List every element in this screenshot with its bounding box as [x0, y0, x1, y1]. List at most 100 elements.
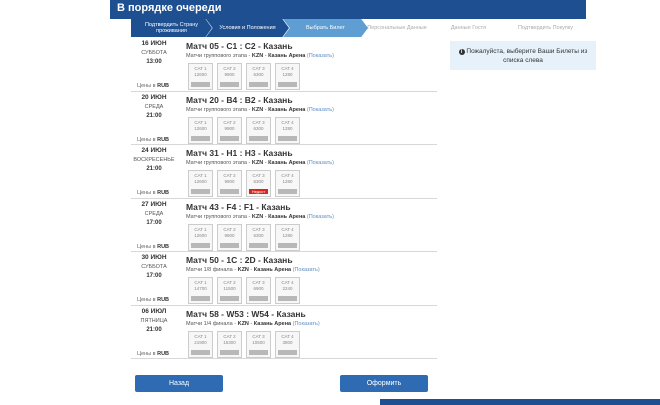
category-ticket-option[interactable]: CAT 4 3800	[275, 330, 300, 358]
category-price: 11500	[223, 286, 236, 291]
match-time: 13:00	[146, 59, 162, 65]
category-label: CAT 1	[194, 173, 207, 178]
category-price: 6300	[253, 232, 264, 238]
back-button[interactable]: Назад	[135, 375, 223, 392]
info-text: Пожалуйста, выберите Ваши Билеты из спис…	[466, 48, 588, 64]
category-ticket-option[interactable]: CAT 1 21900	[188, 330, 213, 358]
quantity-bar	[278, 349, 297, 355]
category-ticket-option[interactable]: CAT 1 12600	[188, 116, 213, 144]
category-ticket-option[interactable]: CAT 3 6300 Недост	[246, 170, 271, 197]
category-price: 6300	[253, 72, 264, 77]
bottom-bar	[380, 399, 660, 405]
category-ticket-option[interactable]: CAT 4 1280	[275, 170, 300, 197]
step-personal-data: Персональные Данные	[367, 25, 427, 31]
match-venue: Казань Арена	[268, 106, 306, 113]
match-row: 20 ИЮН СРЕДА 21:00 Цены в RUB Матч 20 - …	[131, 92, 437, 145]
match-title: Матч 31 - H1 : H3 - Казань	[186, 148, 293, 158]
show-venue-link[interactable]: (Показать)	[307, 53, 334, 59]
category-ticket-option[interactable]: CAT 2 9900	[217, 63, 242, 90]
category-ticket-option[interactable]: CAT 4 2240	[275, 277, 300, 304]
match-row: 30 ИЮН СУББОТА 17:00 Цены в RUB Матч 50 …	[131, 252, 437, 306]
quantity-bar	[191, 82, 210, 87]
top-header-bar: В порядке очереди	[110, 0, 586, 19]
match-subtitle: Матчи группового этапа - KZN - Казань Ар…	[186, 160, 334, 166]
step-terms: Условия и Положения	[206, 19, 289, 37]
match-time: 21:00	[146, 166, 162, 172]
quantity-bar	[220, 242, 239, 248]
match-subtitle: Матчи группового этапа - KZN - Казань Ар…	[186, 53, 334, 59]
quantity-bar	[220, 296, 239, 301]
category-ticket-option[interactable]: CAT 1 14700	[188, 277, 213, 304]
match-time: 21:00	[146, 326, 162, 333]
match-city-code: KZN	[237, 320, 249, 327]
match-time: 17:00	[146, 273, 162, 279]
category-label: CAT 4	[281, 119, 294, 125]
show-venue-link[interactable]: (Показать)	[307, 214, 334, 220]
match-subtitle: Матчи группового этапа - KZN - Казань Ар…	[186, 106, 334, 113]
category-ticket-option[interactable]: CAT 3 6900	[246, 277, 271, 304]
category-ticket-option[interactable]: CAT 4 1280	[275, 116, 300, 144]
category-ticket-option[interactable]: CAT 1 12600	[188, 223, 213, 251]
category-ticket-option[interactable]: CAT 2 9900	[217, 170, 242, 197]
category-ticket-option[interactable]: CAT 4 1280	[275, 223, 300, 251]
step-confirm-purchase: Подтвердить Покупку	[517, 25, 574, 31]
category-ticket-option[interactable]: CAT 4 1280	[275, 63, 300, 90]
quantity-bar	[191, 296, 210, 301]
match-datetime: 27 ИЮН СРЕДА 17:00	[131, 201, 177, 226]
quantity-bar	[278, 296, 297, 301]
category-ticket-option[interactable]: CAT 1 12600	[188, 63, 213, 90]
currency-note: Цены в RUB	[137, 137, 169, 143]
category-price: 15300	[223, 339, 236, 345]
category-ticket-option[interactable]: CAT 1 12600	[188, 170, 213, 197]
match-datetime: 24 ИЮН ВОСКРЕСЕНЬЕ 21:00	[131, 147, 177, 172]
match-subtitle: Матчи 1/8 финала - KZN - Казань Арена (П…	[186, 267, 320, 273]
match-venue: Казань Арена	[268, 53, 306, 59]
category-price: 1280	[282, 179, 293, 184]
match-weekday: ПЯТНИЦА	[140, 317, 168, 324]
currency-code: RUB	[157, 243, 170, 250]
currency-note: Цены в RUB	[137, 297, 169, 303]
category-ticket-option[interactable]: CAT 3 6300	[246, 116, 271, 144]
quantity-bar	[191, 242, 210, 248]
show-venue-link[interactable]: (Показать)	[293, 267, 320, 273]
category-ticket-option[interactable]: CAT 3 6300	[246, 63, 271, 90]
match-row: 27 ИЮН СРЕДА 17:00 Цены в RUB Матч 43 - …	[131, 199, 437, 252]
match-weekday: СУББОТА	[141, 264, 167, 270]
category-ticket-option[interactable]: CAT 2 9900	[217, 223, 242, 251]
quantity-bar	[220, 349, 239, 355]
currency-note: Цены в RUB	[137, 244, 169, 250]
category-price: 6900	[253, 286, 264, 291]
category-label: CAT 3	[252, 173, 265, 178]
quantity-bar	[278, 82, 297, 87]
category-price: 12600	[194, 125, 207, 131]
category-label: CAT 1	[194, 280, 207, 285]
category-price: 12600	[194, 179, 207, 184]
match-date: 16 ИЮН	[141, 40, 167, 47]
category-ticket-option[interactable]: CAT 3 10500	[246, 330, 271, 358]
category-label: CAT 2	[223, 173, 236, 178]
category-price: 12600	[194, 72, 207, 77]
category-ticket-option[interactable]: CAT 2 11500	[217, 277, 242, 304]
progress-steps: Подтвердить Страну проживания Условия и …	[131, 19, 584, 37]
show-venue-link[interactable]: (Показать)	[307, 107, 334, 113]
quantity-bar	[249, 349, 268, 355]
match-date: 30 ИЮН	[141, 254, 167, 261]
category-label: CAT 4	[281, 66, 294, 71]
category-label: CAT 4	[281, 280, 294, 285]
category-ticket-option[interactable]: CAT 2 15300	[217, 330, 242, 358]
match-list: 16 ИЮН СУББОТА 13:00 Цены в RUB Матч 05 …	[131, 38, 437, 359]
match-stage: Матчи 1/8 финала	[186, 267, 233, 273]
checkout-button[interactable]: Оформить	[340, 375, 428, 392]
show-venue-link[interactable]: (Показать)	[307, 160, 334, 166]
match-weekday: СРЕДА	[144, 103, 164, 110]
quantity-bar	[191, 349, 210, 355]
category-ticket-option[interactable]: CAT 2 9900	[217, 116, 242, 144]
match-subtitle: Матчи группового этапа - KZN - Казань Ар…	[186, 213, 334, 220]
prices-label: Цены в	[137, 190, 156, 196]
show-venue-link[interactable]: (Показать)	[293, 321, 320, 327]
category-price: 1280	[282, 125, 293, 131]
prices-label: Цены в	[137, 136, 156, 143]
category-price: 21900	[194, 339, 207, 345]
category-label: CAT 2	[223, 119, 236, 125]
category-ticket-option[interactable]: CAT 3 6300	[246, 223, 271, 251]
